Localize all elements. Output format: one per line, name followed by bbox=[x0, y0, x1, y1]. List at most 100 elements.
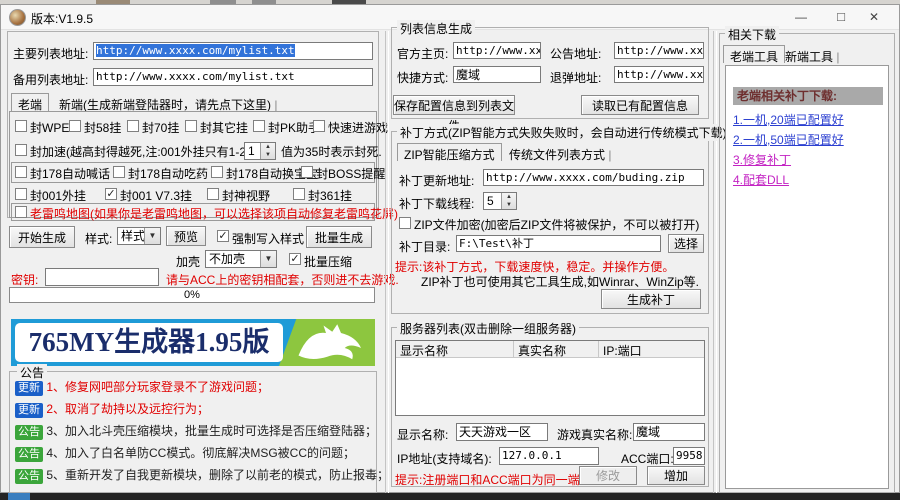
announce-badge: 公告 bbox=[15, 469, 43, 484]
patch-dir-input[interactable]: F:\Test\补丁 bbox=[456, 235, 661, 252]
chevron-down-icon[interactable]: ▼ bbox=[260, 251, 276, 267]
start-generate-button[interactable]: 开始生成 bbox=[9, 226, 75, 248]
cb-001-v73[interactable]: ✓ bbox=[105, 188, 117, 200]
thread-label: 补丁下载线程: bbox=[399, 195, 474, 212]
ip-input[interactable]: 127.0.0.1 bbox=[499, 447, 599, 465]
cb-178-med[interactable] bbox=[113, 166, 125, 178]
notice-item: 公告 5、重新开发了自我更新模块，删除了以前老的模式，防止报毒； bbox=[15, 466, 389, 484]
anti-speed-row: 封加速(越高封得越死,注:001外挂只有1-20值) 1 ▲▼ 值为35时表示封… bbox=[1, 142, 379, 160]
app-root: 版本:V1.9.5 — □ ✕ 主要列表地址: http://www.xxxx.… bbox=[0, 0, 900, 500]
key-hint: 请与ACC上的密钥相配套，否则进不去游戏. bbox=[166, 271, 399, 288]
shell-select[interactable]: 不加壳 ▼ bbox=[205, 250, 277, 268]
cb-boss-alert[interactable] bbox=[301, 166, 313, 178]
tab-old-tools[interactable]: 老端工具 bbox=[723, 45, 785, 63]
shell-label: 加壳 bbox=[176, 253, 200, 270]
main-list-value: http://www.xxxx.com/mylist.txt bbox=[96, 44, 295, 57]
cb-361[interactable] bbox=[293, 188, 305, 200]
spinner-up-down-icon[interactable]: ▲▼ bbox=[260, 143, 275, 159]
app-icon bbox=[9, 9, 26, 26]
cb-70[interactable] bbox=[127, 120, 139, 132]
acc-port-label: ACC端口: bbox=[621, 450, 674, 467]
tab-divider: | bbox=[836, 50, 839, 64]
cb-other[interactable] bbox=[185, 120, 197, 132]
anti-cheat-row1: 封WPE 封58挂 封70挂 封其它挂 封PK助手 快速进游戏 bbox=[1, 119, 379, 135]
backup-list-label: 备用列表地址: bbox=[13, 71, 88, 88]
real-name-input[interactable]: 魔域 bbox=[633, 423, 705, 441]
choose-dir-button[interactable]: 选择 bbox=[668, 234, 704, 253]
patch-dir-label: 补丁目录: bbox=[399, 238, 450, 255]
cb-178-shout[interactable] bbox=[15, 166, 27, 178]
cb-58[interactable] bbox=[69, 120, 81, 132]
minimize-button[interactable]: — bbox=[786, 7, 816, 27]
main-list-input[interactable]: http://www.xxxx.com/mylist.txt bbox=[93, 42, 373, 60]
cb-leiming-map[interactable] bbox=[15, 206, 27, 218]
chevron-down-icon[interactable]: ▼ bbox=[144, 228, 160, 244]
save-config-button[interactable]: 保存配置信息到列表文件 bbox=[393, 95, 515, 115]
maximize-button[interactable]: □ bbox=[826, 7, 856, 27]
notice-item: 公告 4、加入了白名单防CC模式。彻底解决MSG被CC的问题； bbox=[15, 444, 355, 462]
backup-list-input[interactable]: http://www.xxxx.com/mylist.txt bbox=[93, 68, 373, 86]
display-name-input[interactable]: 天天游戏一区 bbox=[456, 423, 548, 441]
preview-button[interactable]: 预览 bbox=[166, 226, 206, 246]
thread-spinner[interactable]: 5 ▲▼ bbox=[483, 192, 517, 210]
tab-divider: | bbox=[608, 148, 611, 162]
download-link[interactable]: 1.一机,20端已配置好 bbox=[733, 111, 844, 128]
style-select[interactable]: 样式1 ▼ bbox=[117, 227, 161, 245]
batch-generate-button[interactable]: 批量生成 bbox=[306, 226, 372, 248]
cb-001[interactable] bbox=[15, 188, 27, 200]
patch-url-input[interactable]: http://www.xxxx.com/buding.zip bbox=[483, 169, 704, 186]
announce-badge: 公告 bbox=[15, 425, 43, 440]
shortcut-input[interactable]: 魔域 bbox=[453, 66, 541, 83]
cb-force-style[interactable]: ✓ bbox=[217, 230, 229, 242]
close-button[interactable]: ✕ bbox=[859, 7, 889, 27]
tab-new-client[interactable]: 新端(生成新端登陆器时，请先点下这里) | bbox=[53, 94, 283, 112]
server-tip: 提示:注册端口和ACC端口为同一端口. bbox=[395, 471, 595, 488]
tab-old-client[interactable]: 老端 bbox=[11, 93, 49, 112]
server-table[interactable]: 显示名称 真实名称 IP:端口 bbox=[395, 340, 705, 416]
cb-zip-encrypt[interactable] bbox=[399, 217, 411, 229]
col-display-name[interactable]: 显示名称 bbox=[396, 341, 514, 358]
cb-wpe[interactable] bbox=[15, 120, 27, 132]
banner-green-panel bbox=[279, 319, 375, 366]
notice-item: 更新 2、取消了劫持以及远控行为； bbox=[15, 400, 209, 418]
tab-traditional-mode[interactable]: 传统文件列表方式 | bbox=[503, 144, 617, 161]
leiming-row: 老雷鸣地图(如果你是老雷鸣地图，可以选择该项自动修复老雷鸣花屏) bbox=[1, 205, 379, 221]
cb-pk[interactable] bbox=[253, 120, 265, 132]
col-ip-port[interactable]: IP:端口 bbox=[599, 341, 704, 358]
tab-zip-mode[interactable]: ZIP智能压缩方式 bbox=[397, 143, 502, 161]
download-link[interactable]: 2.一机,50端已配置好 bbox=[733, 131, 844, 148]
shortcut-label: 快捷方式: bbox=[397, 69, 448, 86]
banner: 765MY生成器1.95版 bbox=[11, 319, 375, 366]
cb-fast-enter[interactable] bbox=[313, 120, 325, 132]
col-real-name[interactable]: 真实名称 bbox=[514, 341, 599, 358]
tab-new-tools[interactable]: 新端工具 | bbox=[779, 46, 845, 63]
spinner-up-down-icon[interactable]: ▲▼ bbox=[501, 193, 516, 209]
download-link[interactable]: 3.修复补丁 bbox=[733, 151, 791, 168]
notice-addr-input[interactable]: http://www.xxxx.com bbox=[614, 42, 704, 59]
cb-speed[interactable] bbox=[15, 144, 27, 156]
main-window: 版本:V1.9.5 — □ ✕ 主要列表地址: http://www.xxxx.… bbox=[0, 4, 900, 493]
download-title: 相关下载 bbox=[725, 26, 779, 43]
notice-item: 更新 1、修复网吧部分玩家登录不了游戏问题； bbox=[15, 378, 269, 396]
cb-god-view[interactable] bbox=[207, 188, 219, 200]
taskbar-accent bbox=[8, 493, 30, 500]
bounce-input[interactable]: http://www.xxxx.com bbox=[614, 66, 704, 83]
cb-178-pet[interactable] bbox=[211, 166, 223, 178]
list-info-title: 列表信息生成 bbox=[397, 20, 475, 37]
home-input[interactable]: http://www.xxxx.com bbox=[453, 42, 541, 59]
generate-patch-button[interactable]: 生成补丁 bbox=[601, 289, 701, 309]
speed-value-spinner[interactable]: 1 ▲▼ bbox=[244, 142, 276, 160]
download-link[interactable]: 4.配套DLL bbox=[733, 171, 789, 188]
tab-divider: | bbox=[274, 98, 277, 112]
background-strip-bottom bbox=[0, 493, 900, 500]
dragon-icon bbox=[291, 323, 371, 363]
read-config-button[interactable]: 读取已有配置信息 bbox=[581, 95, 699, 115]
patch-box-title: 补丁方式(ZIP智能方式失败失败时，会自动进行传统模式下载) bbox=[397, 124, 730, 141]
cb-batch-compress[interactable]: ✓ bbox=[289, 253, 301, 265]
notice-item: 公告 3、加入北斗壳压缩模块，批量生成时可选择是否压缩登陆器； bbox=[15, 422, 377, 440]
modify-button[interactable]: 修改 bbox=[579, 466, 637, 485]
key-input[interactable] bbox=[45, 268, 159, 286]
acc-port-input[interactable]: 9958 bbox=[673, 447, 705, 465]
add-button[interactable]: 增加 bbox=[647, 466, 705, 485]
patch-tip-black: ZIP补丁也可使用其它工具生成,如Winrar、WinZip等. bbox=[421, 273, 699, 290]
